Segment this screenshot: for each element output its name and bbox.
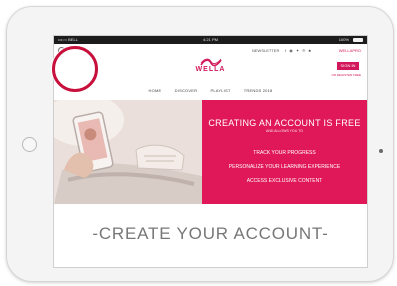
hero-title: CREATING AN ACCOUNT IS FREE — [208, 118, 361, 128]
hero-text-panel: CREATING AN ACCOUNT IS FREE AND ALLOWS Y… — [202, 100, 367, 204]
home-button[interactable] — [22, 137, 37, 152]
top-utility-bar: NEWSLETTER f ◉ ✦ ℗ ♣ WELLAPRO — [54, 44, 367, 58]
hero-subtitle: AND ALLOWS YOU TO — [266, 129, 303, 133]
camera-icon — [379, 149, 383, 153]
register-link[interactable]: OR REGISTER FREE — [331, 73, 361, 77]
wella-logo[interactable]: WELLA — [54, 58, 367, 73]
hero-image — [54, 100, 202, 204]
benefit-item: PERSONALIZE YOUR LEARNING EXPERIENCE — [228, 164, 341, 170]
battery-label: 100% — [338, 37, 349, 42]
nav-item-trends[interactable]: TRENDS 2018 — [244, 88, 273, 93]
benefit-item: ACCESS EXCLUSIVE CONTENT — [246, 178, 323, 184]
hero-photo-illustration — [54, 100, 202, 204]
signin-button[interactable]: SIGN IN — [337, 62, 359, 70]
logo-text: WELLA — [195, 66, 226, 73]
status-bar: •••○○ BELL 4:21 PM 100% — [54, 36, 367, 44]
highlight-circle — [52, 46, 98, 92]
nav-item-discover[interactable]: DISCOVER — [175, 88, 198, 93]
newsletter-link[interactable]: NEWSLETTER — [252, 44, 279, 58]
status-time: 4:21 PM — [203, 37, 218, 42]
battery-icon — [353, 38, 363, 42]
create-account-title: -CREATE YOUR ACCOUNT- — [92, 224, 329, 243]
nav-item-playlist[interactable]: PLAYLIST — [210, 88, 230, 93]
account-link[interactable]: WELLAPRO — [339, 44, 361, 58]
social-icons[interactable]: f ◉ ✦ ℗ ♣ — [285, 44, 312, 58]
benefit-item: TRACK YOUR PROGRESS — [253, 150, 316, 156]
hero-banner: CREATING AN ACCOUNT IS FREE AND ALLOWS Y… — [54, 100, 367, 204]
nav-item-home[interactable]: HOME — [149, 88, 162, 93]
main-nav: HOME DISCOVER PLAYLIST TRENDS 2018 — [54, 88, 367, 93]
tablet-screen: •••○○ BELL 4:21 PM 100% NEWSLETTER f ◉ ✦… — [53, 35, 368, 268]
